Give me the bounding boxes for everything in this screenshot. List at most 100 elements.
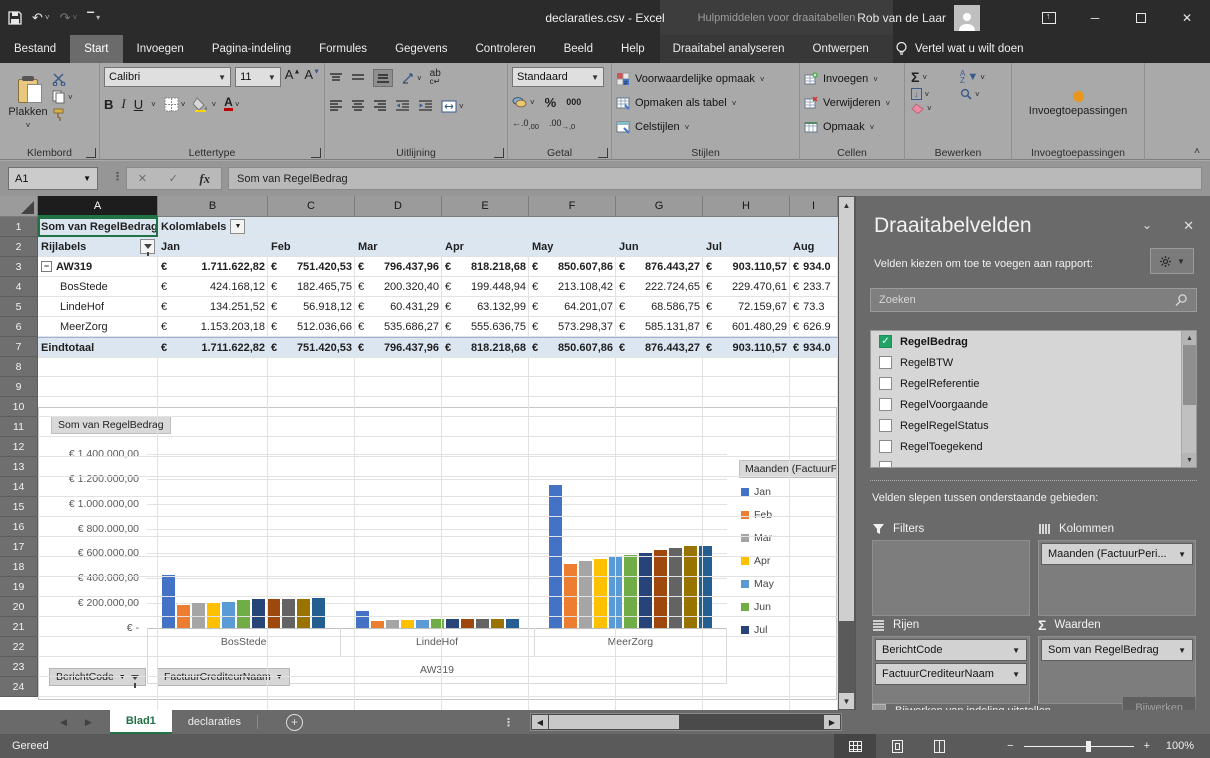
- italic-button[interactable]: I: [121, 96, 125, 112]
- unchecked-checkbox[interactable]: [879, 440, 892, 453]
- row-header-21[interactable]: 21: [0, 617, 38, 637]
- save-icon[interactable]: [8, 11, 22, 25]
- row-header-10[interactable]: 10: [0, 397, 38, 417]
- column-header-A[interactable]: A: [38, 196, 158, 217]
- format-cells-button[interactable]: Opmaak˅: [804, 115, 900, 139]
- pivot-cell[interactable]: €535.686,27: [355, 317, 442, 337]
- tab-draaitabel-analyseren[interactable]: Draaitabel analyseren: [659, 35, 799, 63]
- find-select-button[interactable]: ˅: [960, 88, 1005, 100]
- pivot-cell[interactable]: €751.420,53: [268, 257, 355, 277]
- pivot-row-label-eindtotaal[interactable]: Eindtotaal: [38, 338, 158, 358]
- fill-button[interactable]: ↓˅: [911, 88, 956, 100]
- zoom-slider-thumb[interactable]: [1086, 741, 1091, 752]
- horizontal-scrollbar[interactable]: ◀ ▶: [530, 713, 842, 731]
- row-header-13[interactable]: 13: [0, 457, 38, 477]
- pivot-cell[interactable]: €213.108,42: [529, 277, 616, 297]
- page-break-view-button[interactable]: [918, 734, 960, 758]
- decrease-indent-icon[interactable]: [395, 100, 410, 112]
- field-item-regelreferentie[interactable]: RegelReferentie: [871, 373, 1196, 394]
- pivot-row-label-meerzorg[interactable]: MeerZorg: [38, 317, 158, 337]
- pivot-cell[interactable]: €56.918,12: [268, 297, 355, 317]
- field-item-regelregelstatus[interactable]: RegelRegelStatus: [871, 415, 1196, 436]
- area-chip-berichtcode[interactable]: BerichtCode▼: [875, 639, 1027, 661]
- avatar[interactable]: [954, 5, 980, 31]
- collapse-icon[interactable]: −: [41, 261, 52, 272]
- pivot-cell[interactable]: €222.724,65: [616, 277, 703, 297]
- pivot-cell[interactable]: €796.437,96: [355, 257, 442, 277]
- field-scroll-thumb[interactable]: [1183, 345, 1196, 405]
- shrink-font-button[interactable]: A▼: [304, 67, 320, 87]
- pivot-cell[interactable]: €555.636,75: [442, 317, 529, 337]
- customize-qat-button[interactable]: ▔▾: [87, 12, 100, 23]
- zoom-slider[interactable]: [1024, 746, 1134, 747]
- alignment-dialog-launcher[interactable]: [494, 148, 504, 158]
- name-box[interactable]: A1▼: [8, 167, 98, 190]
- row-header-18[interactable]: 18: [0, 557, 38, 577]
- row-labels-cell[interactable]: Rijlabels: [38, 237, 158, 257]
- field-item-regelbedrag[interactable]: ✓RegelBedrag: [871, 331, 1196, 352]
- pivot-month-header[interactable]: Jul: [703, 237, 790, 257]
- row-header-12[interactable]: 12: [0, 437, 38, 457]
- column-header-E[interactable]: E: [442, 196, 529, 217]
- row-header-4[interactable]: 4: [0, 277, 38, 297]
- field-item-clipped[interactable]: [871, 457, 1196, 468]
- pivot-cell[interactable]: €199.448,94: [442, 277, 529, 297]
- align-left-icon[interactable]: [329, 100, 343, 112]
- row-labels-filter-icon[interactable]: [140, 239, 155, 254]
- align-right-icon[interactable]: [373, 100, 387, 112]
- field-item-regelbtw[interactable]: RegelBTW: [871, 352, 1196, 373]
- decrease-decimal-button[interactable]: .00→,0: [549, 118, 575, 131]
- name-box-splitter[interactable]: ⋮: [112, 170, 124, 183]
- sheet-tab-declaraties[interactable]: declaraties: [172, 710, 257, 734]
- font-color-button[interactable]: A˅: [224, 97, 239, 111]
- fill-color-button[interactable]: ˅: [193, 97, 216, 112]
- row-header-2[interactable]: 2: [0, 237, 38, 257]
- tab-start[interactable]: Start: [70, 35, 122, 63]
- zoom-level[interactable]: 100%: [1166, 740, 1194, 752]
- area-chip-factuurcrediteurnaam[interactable]: FactuurCrediteurNaam▼: [875, 663, 1027, 685]
- tab-bestand[interactable]: Bestand: [0, 35, 70, 63]
- column-header-F[interactable]: F: [529, 196, 616, 217]
- clipboard-dialog-launcher[interactable]: [86, 148, 96, 158]
- insert-cells-button[interactable]: Invoegen˅: [804, 67, 900, 91]
- increase-decimal-button[interactable]: ←.0,00: [512, 118, 539, 131]
- vertical-scrollbar[interactable]: ▲ ▼: [838, 196, 855, 710]
- column-header-C[interactable]: C: [268, 196, 355, 217]
- column-labels-cell[interactable]: Kolomlabels▼: [158, 217, 838, 237]
- column-header-B[interactable]: B: [158, 196, 268, 217]
- zoom-in-icon[interactable]: +: [1144, 740, 1150, 752]
- align-middle-icon[interactable]: [351, 72, 365, 84]
- row-header-3[interactable]: 3: [0, 257, 38, 277]
- row-header-23[interactable]: 23: [0, 657, 38, 677]
- pivot-cell[interactable]: €751.420,53: [268, 338, 355, 358]
- conditional-formatting-button[interactable]: ≠ Voorwaardelijke opmaak˅: [616, 67, 795, 91]
- scroll-right-icon[interactable]: ▶: [824, 715, 840, 729]
- cell-grid[interactable]: Som van RegelBedrag€ 1.400.000,00€ 1.200…: [38, 217, 838, 710]
- row-header-14[interactable]: 14: [0, 477, 38, 497]
- row-header-16[interactable]: 16: [0, 517, 38, 537]
- pivot-cell[interactable]: €73.3: [790, 297, 838, 317]
- unchecked-checkbox[interactable]: [879, 356, 892, 369]
- tools-gear-button[interactable]: ▼: [1150, 248, 1194, 274]
- close-button[interactable]: ✕: [1164, 0, 1210, 35]
- comma-style-button[interactable]: 000: [566, 97, 581, 107]
- pivot-cell[interactable]: €1.153.203,18: [158, 317, 268, 337]
- clear-button[interactable]: ˅: [911, 103, 956, 114]
- pivot-month-header[interactable]: Aug: [790, 237, 838, 257]
- pivot-cell[interactable]: €229.470,61: [703, 277, 790, 297]
- field-scroll-up-icon[interactable]: ▲: [1182, 331, 1197, 345]
- pivot-cell[interactable]: €64.201,07: [529, 297, 616, 317]
- row-header-17[interactable]: 17: [0, 537, 38, 557]
- pivot-month-header[interactable]: Apr: [442, 237, 529, 257]
- ribbon-display-options-button[interactable]: [1026, 0, 1072, 35]
- merge-center-button[interactable]: ˅: [441, 100, 464, 113]
- field-scroll-down-icon[interactable]: ▼: [1182, 453, 1197, 467]
- pivot-cell[interactable]: €573.298,37: [529, 317, 616, 337]
- pivot-row-label-aw319[interactable]: −AW319: [38, 257, 158, 277]
- normal-view-button[interactable]: [834, 734, 876, 758]
- increase-indent-icon[interactable]: [418, 100, 433, 112]
- field-item-regeltoegekend[interactable]: RegelToegekend: [871, 436, 1196, 457]
- area-chip-maanden-factuurperi-[interactable]: Maanden (FactuurPeri...▼: [1041, 543, 1193, 565]
- row-header-19[interactable]: 19: [0, 577, 38, 597]
- tab-formules[interactable]: Formules: [305, 35, 381, 63]
